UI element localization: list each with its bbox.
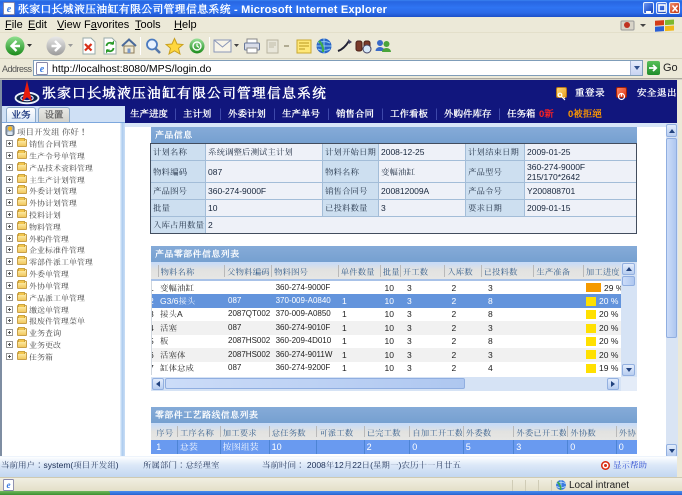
svg-text:e: e [6, 480, 10, 490]
svg-text:e: e [7, 4, 12, 15]
svg-text:e: e [40, 64, 45, 75]
